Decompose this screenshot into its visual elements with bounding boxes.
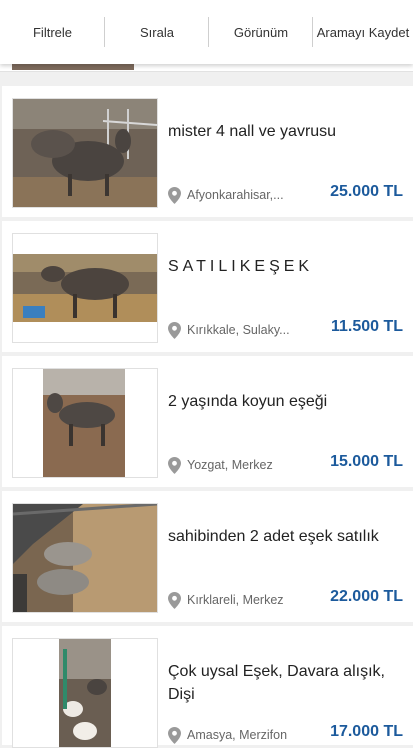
listing-location: Amasya, Merzifon [187,728,288,742]
listing-card[interactable]: mister 4 nall ve yavrusu Afyonkarahisar,… [2,86,413,217]
listing-card[interactable]: 2 yaşında koyun eşeği Yozgat, Merkez 15.… [2,356,413,487]
sort-button[interactable]: Sırala [105,0,209,64]
save-search-button[interactable]: Aramayı Kaydet [313,0,413,64]
listing-title: Çok uysal Eşek, Davara alışık, Dişi [168,663,385,703]
listing-title: 2 yaşında koyun eşeği [168,393,328,410]
listing-title: SATILIKEŞEK [168,258,314,275]
listing-photo [12,638,158,748]
listing-price: 15.000 TL [330,453,403,470]
listing-price: 22.000 TL [330,588,403,605]
listing-location: Yozgat, Merkez [187,458,273,472]
listing-price: 25.000 TL [330,183,403,200]
listing-card[interactable]: SATILIKEŞEK Kırıkkale, Sulaky... 11.500 … [2,221,413,352]
listing-photo [12,98,158,208]
map-pin-icon [168,322,181,339]
listing-title: mister 4 nall ve yavrusu [168,123,337,140]
listing-photo [12,64,134,70]
listing-card[interactable]: Çok uysal Eşek, Davara alışık, Dişi Amas… [2,626,413,748]
listing-location: Kırklareli, Merkez [187,593,284,607]
view-button[interactable]: Görünüm [209,0,313,64]
map-pin-icon [168,592,181,609]
listing-title: sahibinden 2 adet eşek satılık [168,528,379,545]
map-pin-icon [168,457,181,474]
listing-price: 11.500 TL [330,318,403,335]
map-pin-icon [168,727,181,744]
listing-photo [12,368,158,478]
listing-price: 17.000 TL [330,723,403,740]
listing-location: Kırıkkale, Sulaky... [187,323,290,337]
listing-photo [12,503,158,613]
listing-card[interactable]: sahibinden 2 adet eşek satılık Kırklarel… [2,491,413,622]
toolbar: Filtrele Sırala Görünüm Aramayı Kaydet [0,0,413,64]
previous-listing-partial [0,64,413,72]
map-pin-icon [168,187,181,204]
listing-location: Afyonkarahisar,... [187,188,284,202]
filter-button[interactable]: Filtrele [0,0,105,64]
listing-photo [12,233,158,343]
